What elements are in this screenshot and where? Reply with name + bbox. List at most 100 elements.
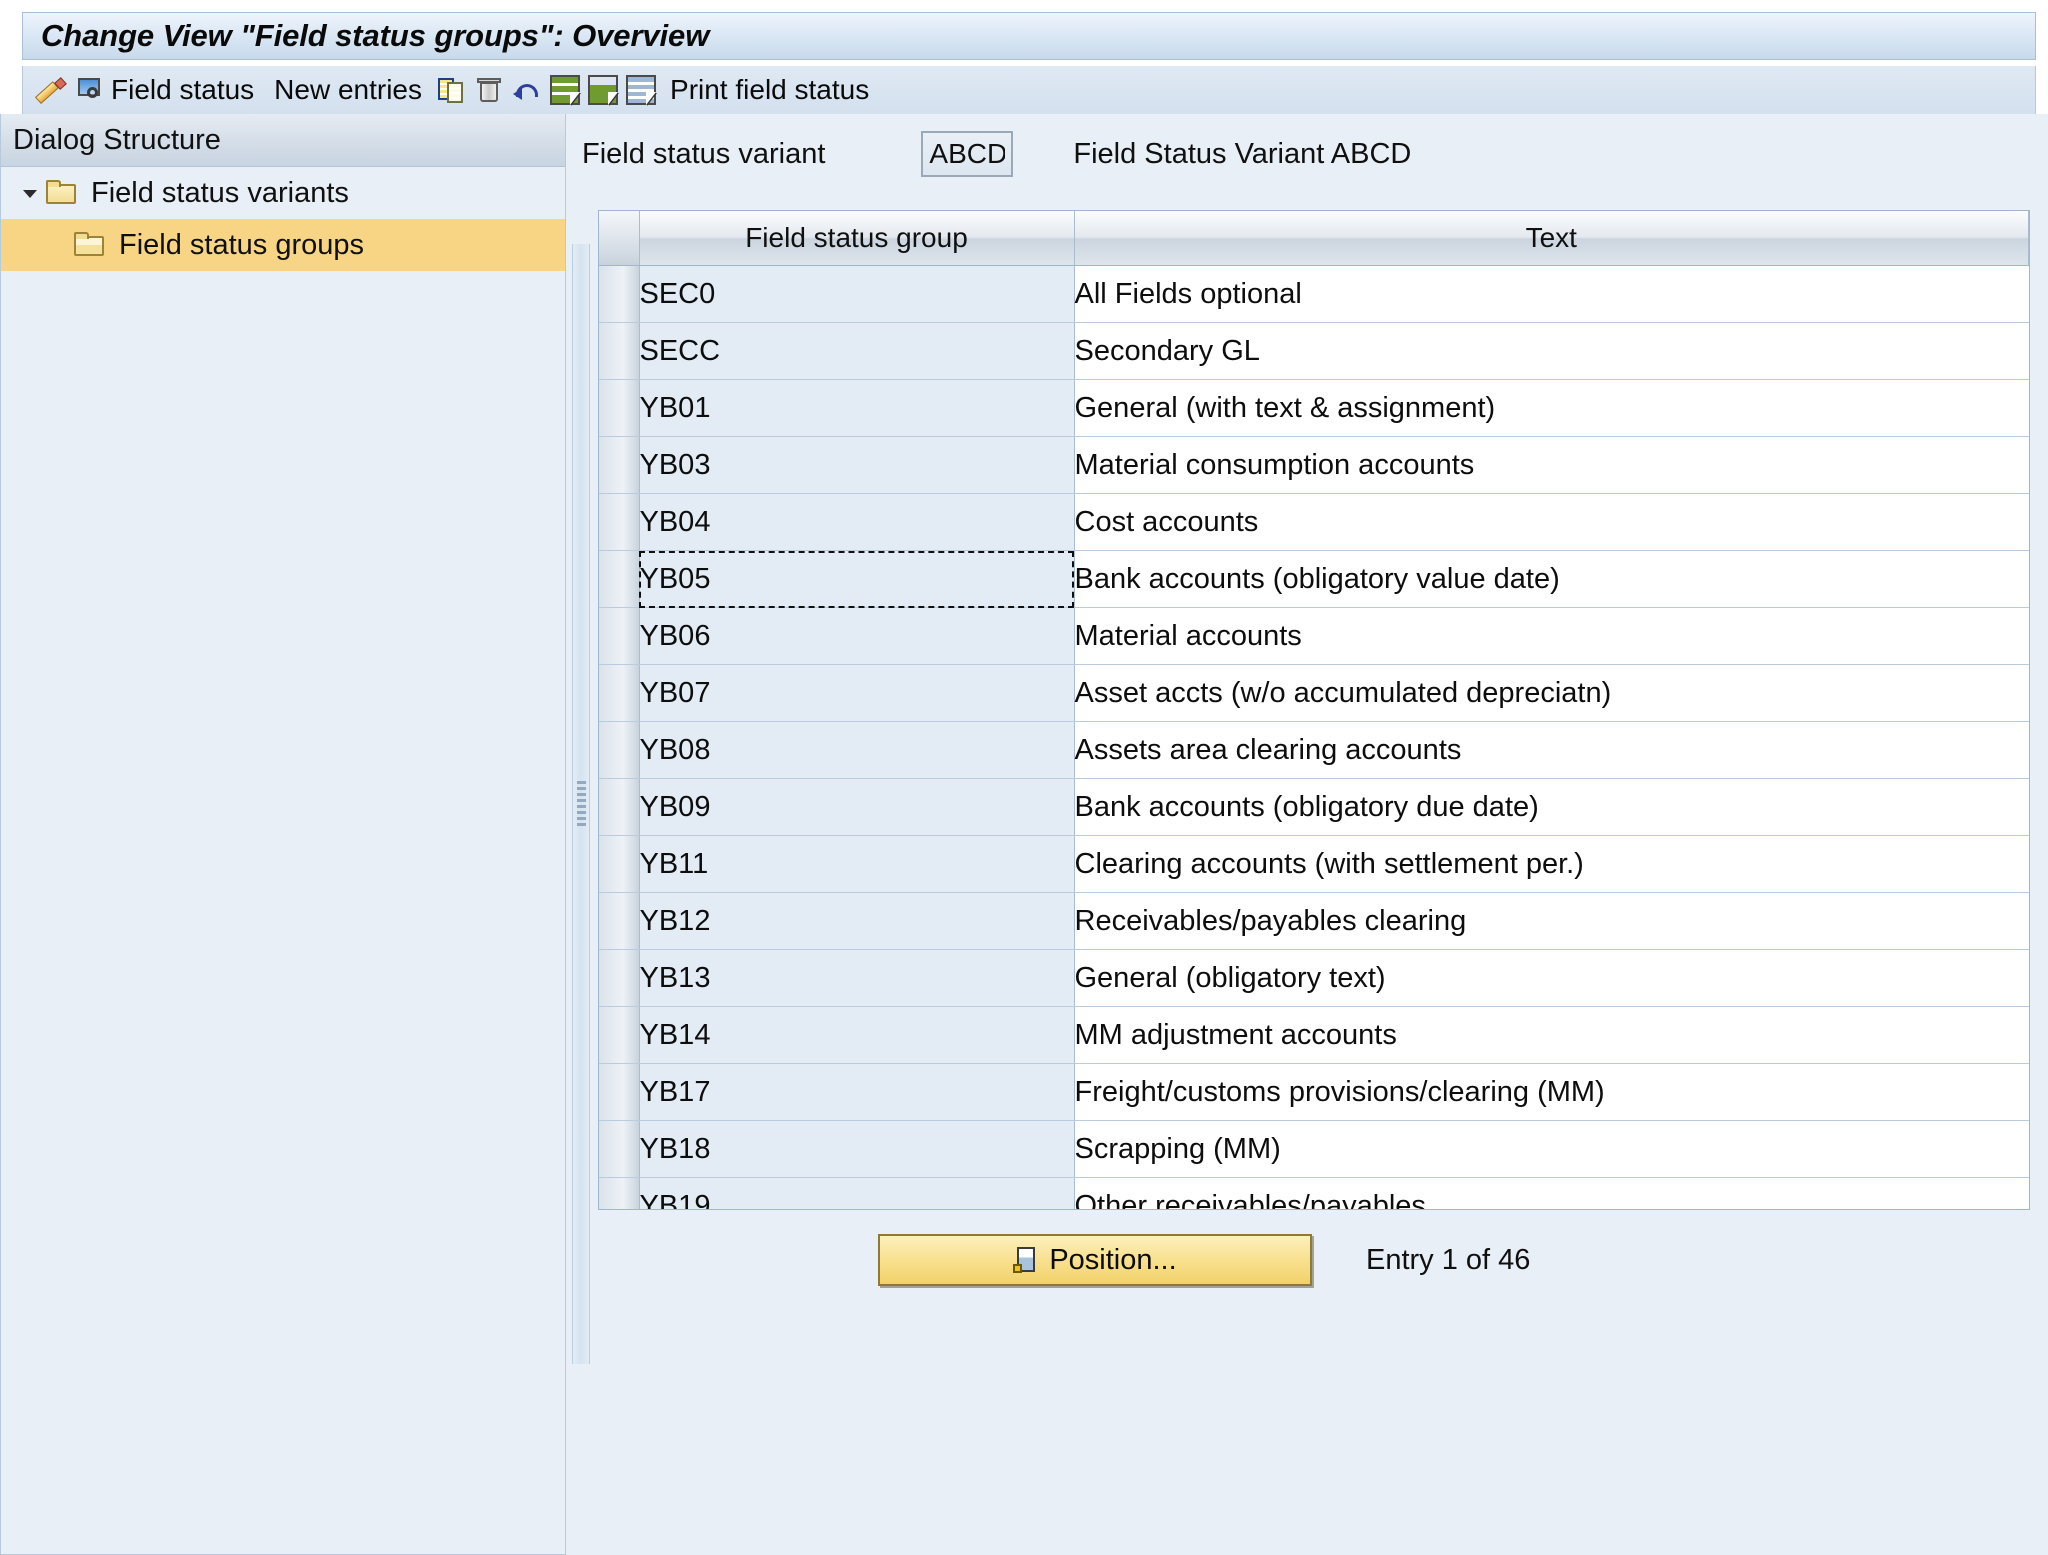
cell-text[interactable]: Freight/customs provisions/clearing (MM) <box>1074 1063 2029 1121</box>
table-row[interactable]: YB03 Material consumption accounts <box>599 436 2029 494</box>
row-select-button[interactable] <box>599 550 640 608</box>
cell-text[interactable]: Bank accounts (obligatory value date) <box>1074 550 2029 608</box>
cell-field-status-group[interactable]: YB13 <box>639 949 1075 1007</box>
display-change-button[interactable] <box>33 70 71 110</box>
field-status-button[interactable]: Field status <box>71 70 264 110</box>
sidebar-item-field-status-groups[interactable]: Field status groups <box>1 219 565 271</box>
cell-text[interactable]: All Fields optional <box>1074 265 2029 323</box>
row-select-button[interactable] <box>599 607 640 665</box>
field-status-groups-table: Field status group Text SEC0 All Fields o… <box>598 210 2030 1210</box>
table-row[interactable]: YB11 Clearing accounts (with settlement p… <box>599 835 2029 893</box>
field-status-variant-input[interactable] <box>921 131 1014 177</box>
table-row[interactable]: YB18 Scrapping (MM) <box>599 1120 2029 1178</box>
table-row[interactable]: YB14 MM adjustment accounts <box>599 1006 2029 1064</box>
table-row[interactable]: YB08 Assets area clearing accounts <box>599 721 2029 779</box>
row-select-button[interactable] <box>599 1120 640 1178</box>
cell-field-status-group[interactable]: YB18 <box>639 1120 1075 1178</box>
cell-field-status-group[interactable]: YB01 <box>639 379 1075 437</box>
row-select-button[interactable] <box>599 436 640 494</box>
row-select-button[interactable] <box>599 778 640 836</box>
table-row[interactable]: YB05 Bank accounts (obligatory value date… <box>599 550 2029 608</box>
table-row[interactable]: YB17 Freight/customs provisions/clearing … <box>599 1063 2029 1121</box>
cell-field-status-group[interactable]: YB12 <box>639 892 1075 950</box>
application-toolbar: Field status New entries Print field sta… <box>22 66 2036 114</box>
cell-text[interactable]: Secondary GL <box>1074 322 2029 380</box>
new-entries-button[interactable]: New entries <box>264 70 432 110</box>
table-row[interactable]: YB01 General (with text & assignment) <box>599 379 2029 437</box>
table-row[interactable]: YB13 General (obligatory text) <box>599 949 2029 1007</box>
cell-field-status-group[interactable]: YB06 <box>639 607 1075 665</box>
select-block-button[interactable] <box>584 70 622 110</box>
cell-field-status-group[interactable]: YB03 <box>639 436 1075 494</box>
table-row[interactable]: YB12 Receivables/payables clearing <box>599 892 2029 950</box>
dialog-structure-panel: Dialog Structure Field status variants F… <box>0 114 566 1555</box>
row-select-button[interactable] <box>599 322 640 380</box>
cell-field-status-group[interactable]: YB11 <box>639 835 1075 893</box>
select-all-corner[interactable] <box>599 211 640 266</box>
table-green-block-icon <box>588 75 619 105</box>
sidebar-item-field-status-variants[interactable]: Field status variants <box>1 167 565 219</box>
cell-text[interactable]: Receivables/payables clearing <box>1074 892 2029 950</box>
cell-text[interactable]: Material accounts <box>1074 607 2029 665</box>
cell-text[interactable]: Bank accounts (obligatory due date) <box>1074 778 2029 836</box>
field-status-variant-description: Field Status Variant ABCD <box>1073 137 1412 170</box>
cell-field-status-group[interactable]: YB05 <box>639 550 1075 608</box>
copy-as-button[interactable] <box>432 70 470 110</box>
table-row[interactable]: SEC0 All Fields optional <box>599 265 2029 323</box>
cell-field-status-group[interactable]: SECC <box>639 322 1075 380</box>
row-select-button[interactable] <box>599 265 640 323</box>
pencil-glasses-icon <box>37 75 67 105</box>
delete-button[interactable] <box>470 70 508 110</box>
cell-field-status-group[interactable]: YB07 <box>639 664 1075 722</box>
cell-text[interactable]: Material consumption accounts <box>1074 436 2029 494</box>
cell-field-status-group[interactable]: YB04 <box>639 493 1075 551</box>
row-select-button[interactable] <box>599 949 640 1007</box>
sidebar-item-label: Field status groups <box>119 228 365 261</box>
row-select-button[interactable] <box>599 721 640 779</box>
position-button[interactable]: Position... <box>878 1234 1312 1286</box>
content-panel: Field status variant Field Status Varian… <box>566 114 2048 1555</box>
table-row[interactable]: SECC Secondary GL <box>599 322 2029 380</box>
row-select-button[interactable] <box>599 379 640 437</box>
undo-arrow-icon <box>512 75 542 105</box>
screen-magnifier-icon <box>75 75 105 105</box>
cell-field-status-group[interactable]: YB17 <box>639 1063 1075 1121</box>
row-select-button[interactable] <box>599 1006 640 1064</box>
select-all-button[interactable] <box>546 70 584 110</box>
table-row[interactable]: YB04 Cost accounts <box>599 493 2029 551</box>
details-button[interactable] <box>622 70 660 110</box>
undo-change-button[interactable] <box>508 70 546 110</box>
table-lines-icon <box>626 75 657 105</box>
table-row[interactable]: YB06 Material accounts <box>599 607 2029 665</box>
column-header-code[interactable]: Field status group <box>639 211 1075 266</box>
cell-text[interactable]: Asset accts (w/o accumulated depreciatn) <box>1074 664 2029 722</box>
row-select-button[interactable] <box>599 835 640 893</box>
column-header-text[interactable]: Text <box>1074 211 2029 266</box>
cell-text[interactable]: Other receivables/payables <box>1074 1177 2029 1209</box>
print-field-status-button[interactable]: Print field status <box>660 70 879 110</box>
panel-splitter[interactable] <box>572 244 590 1364</box>
cell-text[interactable]: Assets area clearing accounts <box>1074 721 2029 779</box>
cell-field-status-group[interactable]: YB14 <box>639 1006 1075 1064</box>
cell-text[interactable]: General (with text & assignment) <box>1074 379 2029 437</box>
row-select-button[interactable] <box>599 664 640 722</box>
row-select-button[interactable] <box>599 1063 640 1121</box>
row-select-button[interactable] <box>599 892 640 950</box>
cell-text[interactable]: Scrapping (MM) <box>1074 1120 2029 1178</box>
row-select-button[interactable] <box>599 493 640 551</box>
row-select-button[interactable] <box>599 1177 640 1209</box>
cell-text[interactable]: MM adjustment accounts <box>1074 1006 2029 1064</box>
cell-field-status-group[interactable]: YB19 <box>639 1177 1075 1209</box>
table-row[interactable]: YB09 Bank accounts (obligatory due date) <box>599 778 2029 836</box>
table-row[interactable]: YB07 Asset accts (w/o accumulated depreci… <box>599 664 2029 722</box>
field-status-variant-row: Field status variant Field Status Varian… <box>582 128 1411 180</box>
cell-field-status-group[interactable]: YB08 <box>639 721 1075 779</box>
cell-text[interactable]: Cost accounts <box>1074 493 2029 551</box>
cell-field-status-group[interactable]: YB09 <box>639 778 1075 836</box>
entry-count-status: Entry 1 of 46 <box>1366 1243 1531 1276</box>
table-row[interactable]: YB19 Other receivables/payables <box>599 1177 2029 1209</box>
cell-field-status-group[interactable]: SEC0 <box>639 265 1075 323</box>
cell-text[interactable]: General (obligatory text) <box>1074 949 2029 1007</box>
cell-text[interactable]: Clearing accounts (with settlement per.) <box>1074 835 2029 893</box>
chevron-down-icon[interactable] <box>19 182 41 204</box>
